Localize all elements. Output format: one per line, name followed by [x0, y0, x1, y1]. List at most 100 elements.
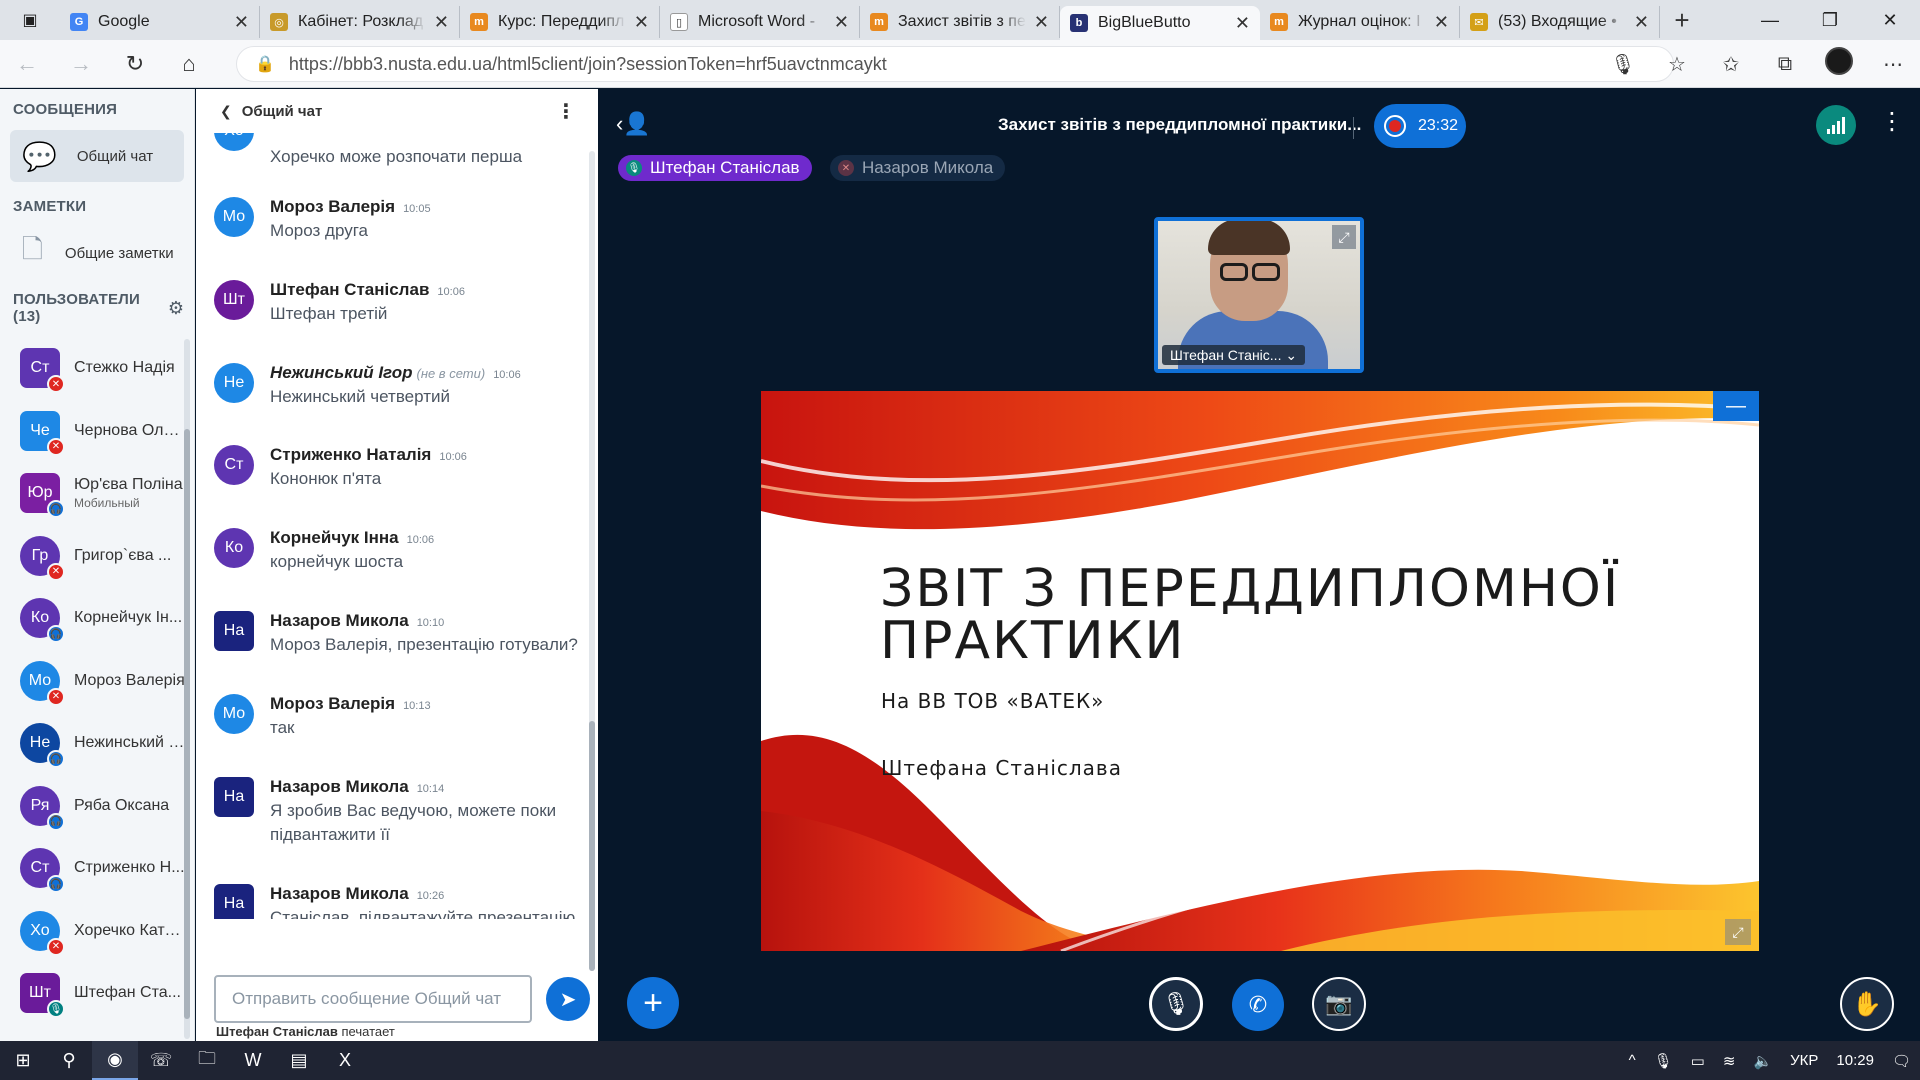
talking-indicator-muted[interactable]: ✕ Назаров Микола [830, 155, 1006, 181]
document-viewer-icon[interactable]: ▤ [276, 1041, 322, 1080]
edge-browser-icon[interactable]: ◉ [92, 1041, 138, 1080]
new-tab-button[interactable]: + [1660, 5, 1704, 36]
battery-icon[interactable]: ▭ [1682, 1052, 1714, 1070]
browser-tab[interactable]: ▯ Microsoft Word - ✕ [660, 6, 860, 38]
chat-message-input[interactable]: Отправить сообщение Общий чат [214, 975, 532, 1023]
fullscreen-icon[interactable]: ⤢ [1332, 225, 1356, 249]
lock-icon[interactable]: 🔒 [255, 54, 275, 74]
tab-actions-icon[interactable]: ▣ [0, 0, 60, 40]
back-arrow-icon[interactable]: ← [0, 40, 54, 88]
connection-status-icon[interactable] [1816, 105, 1856, 145]
user-list-item[interactable]: Ко 🎧 Корнейчук Ін... [0, 587, 185, 650]
maximize-icon[interactable]: ❐ [1800, 0, 1860, 40]
minimize-icon[interactable]: — [1740, 0, 1800, 40]
close-tab-icon[interactable]: ✕ [234, 12, 249, 33]
leave-audio-button[interactable]: ✆ [1232, 979, 1284, 1031]
collections-icon[interactable]: ⧉ [1758, 53, 1812, 76]
browser-tab[interactable]: b BigBlueButto ✕ [1060, 6, 1260, 40]
user-list-scrollbar[interactable] [184, 339, 190, 1039]
user-list-item[interactable]: Мо ✕ Мороз Валерія [0, 650, 185, 713]
microphone-tray-icon[interactable]: 🎙 [1645, 1052, 1682, 1070]
close-tab-icon[interactable]: ✕ [1034, 12, 1049, 33]
raise-hand-button[interactable]: ✋ [1840, 977, 1894, 1031]
webcam-user-label[interactable]: Штефан Станіс... ⌄ [1162, 345, 1306, 365]
add-favorite-icon[interactable]: ☆ [1650, 52, 1704, 77]
word-icon[interactable]: W [230, 1041, 276, 1080]
fullscreen-icon[interactable]: ⤢ [1725, 919, 1751, 945]
share-webcam-button[interactable]: 📷 [1312, 977, 1366, 1031]
notifications-icon[interactable]: 🗨 [1883, 1052, 1920, 1070]
close-window-icon[interactable]: ✕ [1860, 0, 1920, 40]
browser-tab[interactable]: ✉ (53) Входящие • ✕ [1460, 6, 1660, 38]
profile-avatar[interactable] [1812, 47, 1866, 81]
user-name-text: Нежинський І... [74, 734, 185, 752]
recording-indicator[interactable]: 23:32 [1374, 104, 1466, 148]
gear-icon[interactable]: ⚙ [168, 298, 184, 319]
offline-status: (не в сети) [416, 365, 486, 381]
minimize-presentation-icon[interactable]: — [1713, 391, 1759, 421]
browser-tab[interactable]: m Журнал оцінок: I ✕ [1260, 6, 1460, 38]
clock[interactable]: 10:29 [1827, 1052, 1883, 1069]
avatar-initials: Хо [224, 133, 243, 140]
talking-indicator-active[interactable]: 🎙 Штефан Станіслав [618, 155, 812, 181]
options-menu-icon[interactable]: ⋮ [1880, 107, 1904, 136]
chat-options-icon[interactable]: ⋮ [556, 99, 576, 124]
viber-icon[interactable]: ☏ [138, 1041, 184, 1080]
language-indicator[interactable]: УКР [1781, 1052, 1827, 1069]
browser-tab[interactable]: m Курс: Переддипл ✕ [460, 6, 660, 38]
browser-tab[interactable]: G Google ✕ [60, 6, 260, 38]
file-explorer-icon[interactable]: 🗀 [184, 1041, 230, 1080]
volume-icon[interactable]: 🔈 [1744, 1052, 1781, 1070]
send-message-button[interactable]: ➤ [546, 977, 590, 1021]
chevron-up-icon[interactable]: ^ [1620, 1052, 1645, 1069]
close-tab-icon[interactable]: ✕ [1634, 12, 1649, 33]
user-list-item[interactable]: Хо ✕ Хоречко Кате... [0, 900, 185, 963]
favorites-icon[interactable]: ✩ [1704, 52, 1758, 77]
user-list-item[interactable]: Шт 🎙 Штефан Ста... [0, 962, 185, 1025]
shared-notes-link[interactable]: 🗋 Общие заметки [0, 227, 194, 279]
chat-title[interactable]: Общий чат [242, 103, 323, 120]
browser-tab[interactable]: m Захист звітів з пе ✕ [860, 6, 1060, 38]
user-list-item[interactable]: Ст 🎧 Стриженко Н... [0, 837, 185, 900]
unmute-microphone-button[interactable]: 🎙 [1149, 977, 1203, 1031]
user-list-item[interactable]: Юр 🎧 Юр'єва Поліна Мобильный [0, 462, 185, 525]
avatar-initials: Ст [30, 359, 50, 377]
reload-icon[interactable]: ↻ [108, 40, 162, 88]
wifi-icon[interactable]: ≋ [1714, 1052, 1745, 1070]
close-tab-icon[interactable]: ✕ [1235, 13, 1250, 34]
public-chat-link[interactable]: 💬 Общий чат [10, 130, 184, 182]
close-tab-icon[interactable]: ✕ [834, 12, 849, 33]
user-list-item[interactable]: Гр ✕ Григор`єва ... [0, 525, 185, 588]
user-list-item[interactable]: Ст ✕ Стежко Надія [0, 337, 185, 400]
webcam-video-tile[interactable]: Штефан Станіс... ⌄ ⤢ [1154, 217, 1364, 373]
url-field[interactable]: 🔒 https://bbb3.nusta.edu.ua/html5client/… [236, 46, 1674, 82]
search-icon[interactable]: ⚲ [46, 1041, 92, 1080]
windows-start-icon[interactable]: ⊞ [0, 1041, 46, 1080]
avatar: Не 🎧 [20, 723, 65, 769]
user-name-text: Чернова Оль... [74, 421, 185, 439]
user-list-item[interactable]: Ря 🎧 Ряба Оксана [0, 775, 185, 838]
message-time: 10:06 [439, 451, 467, 464]
excel-icon[interactable]: X [322, 1041, 368, 1080]
forward-arrow-icon[interactable]: → [54, 40, 108, 88]
window-controls: — ❐ ✕ [1740, 0, 1920, 40]
chevron-left-icon[interactable]: ❮ [220, 103, 232, 120]
microphone-icon[interactable]: 🎙 [1596, 52, 1650, 77]
close-tab-icon[interactable]: ✕ [1434, 12, 1449, 33]
browser-tab[interactable]: ◎ Кабінет: Розклад ✕ [260, 6, 460, 38]
microphone-muted-icon: 🎙 [1162, 991, 1190, 1016]
more-menu-icon[interactable]: ⋯ [1866, 52, 1920, 77]
chat-panel: ❮ Общий чат ⋮ Хо Хоречко може розпочати п… [196, 89, 598, 1041]
message-header: Штефан Станіслав 10:06 [270, 268, 596, 302]
user-list-item[interactable]: Не 🎧 Нежинський І... [0, 712, 185, 775]
browser-tab-bar: ▣ G Google ✕ ◎ Кабінет: Розклад ✕ m Курс: Перед… [0, 0, 1920, 40]
toggle-user-list-icon[interactable]: ‹👤 [616, 111, 651, 137]
close-tab-icon[interactable]: ✕ [434, 12, 449, 33]
avatar: На [214, 776, 254, 817]
home-icon[interactable]: ⌂ [162, 40, 216, 88]
actions-plus-button[interactable]: + [627, 977, 679, 1029]
chat-scrollbar[interactable] [589, 151, 595, 971]
close-tab-icon[interactable]: ✕ [634, 12, 649, 33]
user-name-text: Стежко Надія [74, 359, 175, 377]
user-list-item[interactable]: Че ✕ Чернова Оль... [0, 400, 185, 463]
